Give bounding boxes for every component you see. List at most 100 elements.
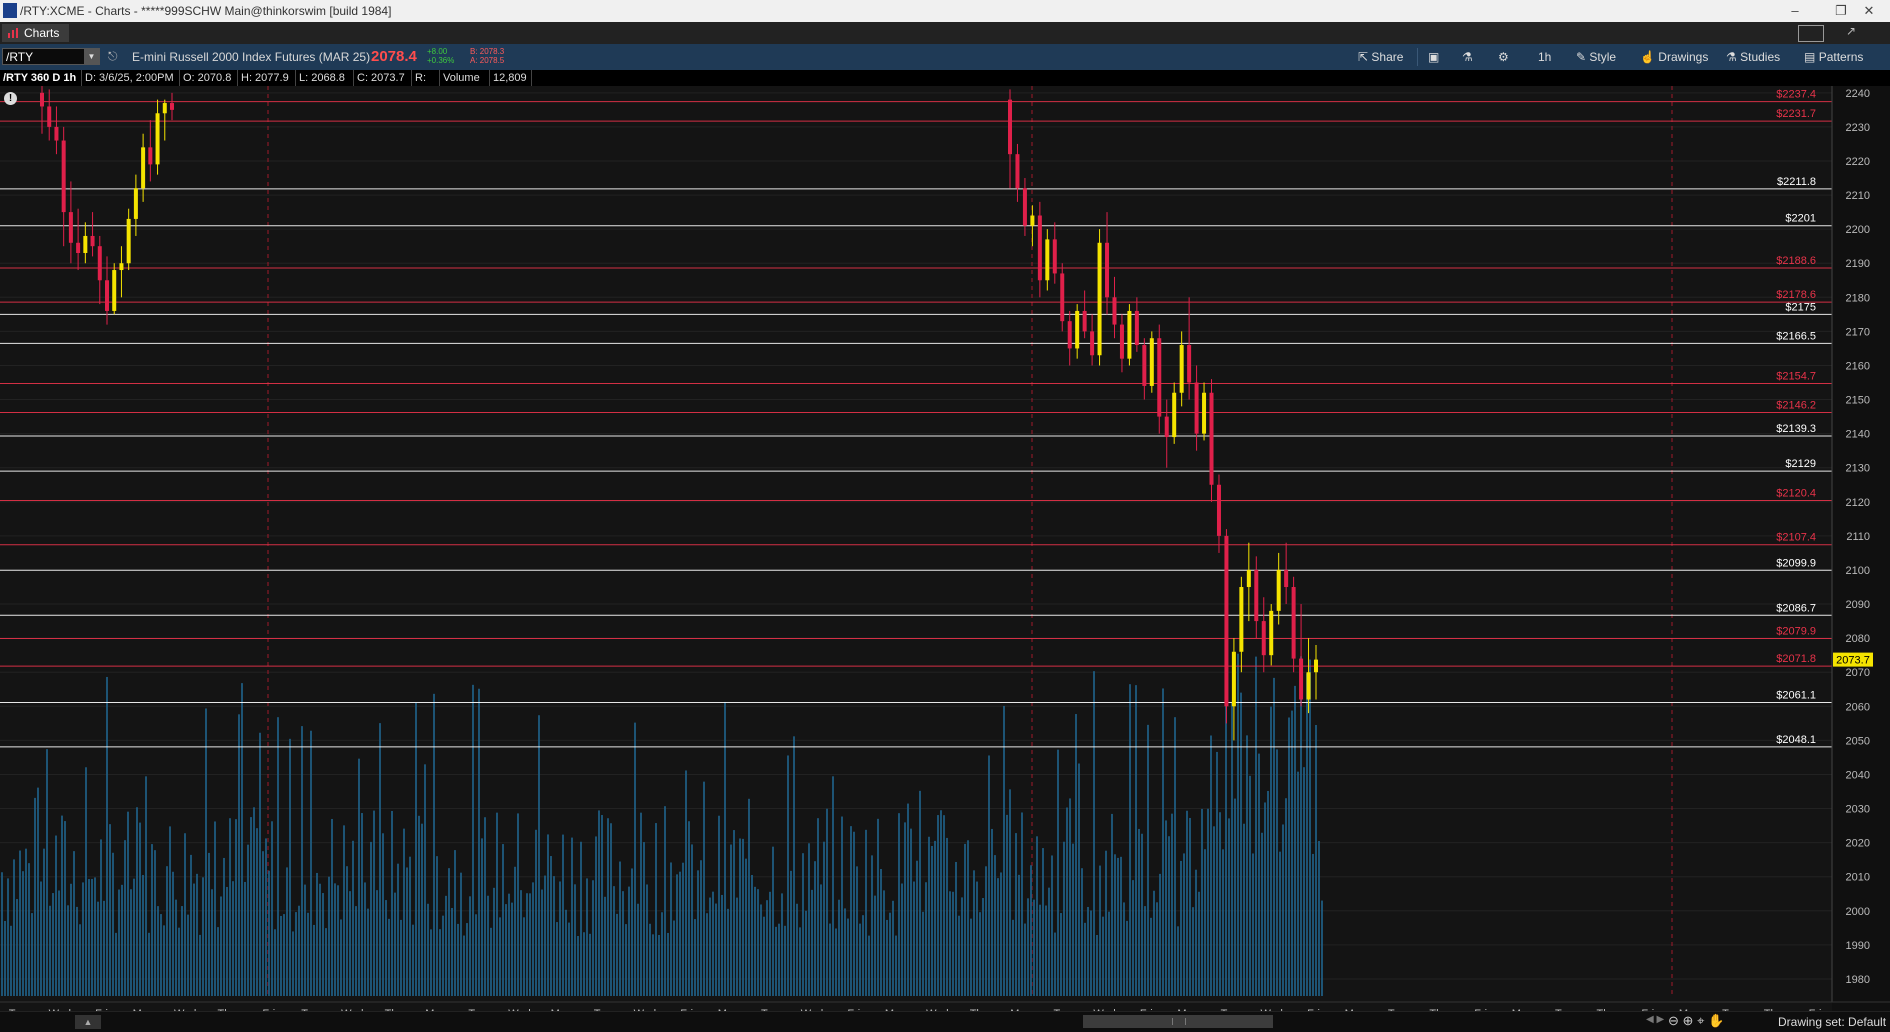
volume-bar xyxy=(841,816,843,996)
ask-price: A: 2078.5 xyxy=(470,56,505,65)
share-button[interactable]: ⇱ Share xyxy=(1358,47,1403,67)
candle-body xyxy=(1030,215,1035,226)
volume-bar xyxy=(715,903,717,996)
volume-bar xyxy=(865,829,867,996)
volume-bar xyxy=(1024,923,1026,996)
volume-bar xyxy=(634,722,636,996)
volume-bar xyxy=(904,822,906,996)
chart-svg[interactable]: $2237.4 $2231.7 $2211.8 $2201 $2188.6 $2178.6… xyxy=(0,86,1890,1021)
style-button[interactable]: ✎ Style xyxy=(1576,47,1616,67)
volume-bar xyxy=(766,900,768,996)
price-tick-label: 2140 xyxy=(1846,429,1870,441)
volume-bar xyxy=(544,875,546,996)
time-scrollbar[interactable] xyxy=(1083,1015,1273,1028)
zoom-in-icon[interactable]: ⊕ xyxy=(1683,1013,1694,1028)
volume-bar xyxy=(121,884,123,996)
scrollbar-grip[interactable] xyxy=(1172,1018,1186,1025)
volume-bar xyxy=(31,913,33,996)
scroll-arrows-icon[interactable]: ◀ ▶ xyxy=(1646,1014,1664,1025)
zoom-out-icon[interactable]: ⊖ xyxy=(1668,1013,1679,1028)
candle-body xyxy=(1008,99,1012,155)
patterns-button[interactable]: ▤ Patterns xyxy=(1804,47,1863,67)
bar-high: H: 2077.9 xyxy=(238,70,296,86)
candle-body xyxy=(1075,310,1080,349)
volume-bar xyxy=(1228,818,1230,996)
layout-button[interactable] xyxy=(1798,25,1824,42)
candle-body xyxy=(1142,345,1147,386)
patterns-label: Patterns xyxy=(1818,50,1864,64)
price-chart[interactable]: $2237.4 $2231.7 $2211.8 $2201 $2188.6 $2178.6… xyxy=(0,86,1890,1021)
drawings-button[interactable]: ☝ Drawings xyxy=(1640,47,1708,67)
volume-bar xyxy=(1063,841,1065,996)
candle-body xyxy=(1082,310,1087,332)
volume-bar xyxy=(1201,808,1203,996)
volume-bar xyxy=(697,870,699,996)
alert-icon[interactable]: ! xyxy=(4,92,17,105)
volume-bar xyxy=(949,891,951,996)
volume-bar xyxy=(1294,685,1296,996)
volume-bar xyxy=(19,850,21,996)
detach-icon[interactable]: ↗ xyxy=(1846,24,1856,38)
price-tick-label: 2240 xyxy=(1846,88,1870,100)
ohlc-info-bar: /RTY 360 D 1h D: 3/6/25, 2:00PM O: 2070.… xyxy=(0,70,1890,100)
flask-button[interactable]: ⚗ xyxy=(1462,47,1473,67)
volume-bar xyxy=(775,926,777,996)
snapshot-button[interactable]: ▣ xyxy=(1428,47,1439,67)
volume-bar xyxy=(550,856,552,996)
volume-bar xyxy=(220,896,222,996)
volume-bar xyxy=(667,932,669,996)
volume-bar xyxy=(1174,717,1176,996)
volume-bar xyxy=(160,914,162,996)
crosshair-icon[interactable]: ⌖ xyxy=(1697,1013,1704,1028)
volume-bar xyxy=(1102,916,1104,996)
volume-bar xyxy=(859,923,861,996)
volume-bar xyxy=(403,828,405,996)
timeframe-button[interactable]: 1h xyxy=(1538,47,1551,67)
volume-bar xyxy=(178,927,180,996)
link-icon[interactable]: ⎋ xyxy=(108,49,118,64)
style-label: Style xyxy=(1589,50,1617,64)
volume-bar xyxy=(1246,735,1248,996)
settings-button[interactable]: ⚙ xyxy=(1498,47,1509,67)
volume-bar xyxy=(976,881,978,996)
volume-bar xyxy=(475,914,477,996)
studies-button[interactable]: ⚗ Studies xyxy=(1726,47,1780,67)
volume-bar xyxy=(997,878,999,996)
volume-bar xyxy=(877,818,879,996)
volume-bar xyxy=(793,736,795,996)
volume-bar xyxy=(1150,917,1152,996)
volume-bar xyxy=(109,824,111,996)
volume-bar xyxy=(1069,798,1071,996)
drawing-set-label: Drawing set: Default xyxy=(1778,1015,1887,1029)
candle-body xyxy=(141,147,146,189)
minimize-button[interactable]: – xyxy=(1772,0,1818,22)
expand-panel-button[interactable]: ▲ xyxy=(75,1015,101,1029)
volume-bar xyxy=(214,821,216,996)
volume-bar xyxy=(1093,671,1095,996)
volume-bar xyxy=(73,851,75,996)
volume-bar xyxy=(1105,850,1107,996)
tab-charts[interactable]: Charts xyxy=(2,24,70,42)
chevron-down-icon[interactable]: ▼ xyxy=(84,49,99,64)
volume-bar xyxy=(586,878,588,996)
volume-bar xyxy=(880,868,882,996)
volume-bar xyxy=(1243,823,1245,996)
volume-bar xyxy=(472,684,474,996)
pan-hand-icon[interactable]: ✋ xyxy=(1708,1013,1724,1028)
candle-body xyxy=(1239,587,1244,652)
volume-bar xyxy=(925,882,927,996)
volume-bar xyxy=(1072,843,1074,996)
price-level-label: $2175 xyxy=(1785,301,1816,313)
price-level-label: $2071.8 xyxy=(1776,653,1816,665)
bar-date: D: 3/6/25, 2:00PM xyxy=(82,70,180,86)
volume-bar xyxy=(517,813,519,996)
camera-icon: ▣ xyxy=(1428,50,1440,64)
price-tick-label: 2040 xyxy=(1846,769,1870,781)
symbol-selector[interactable]: /RTY ▼ xyxy=(2,48,100,65)
close-button[interactable]: ✕ xyxy=(1846,0,1890,22)
volume-bar xyxy=(922,911,924,996)
volume-bar xyxy=(571,837,573,996)
volume-bar xyxy=(1078,763,1080,996)
zoom-controls[interactable]: ⊖ ⊕ ⌖ ✋ xyxy=(1668,1013,1724,1029)
volume-bar xyxy=(1060,913,1062,996)
